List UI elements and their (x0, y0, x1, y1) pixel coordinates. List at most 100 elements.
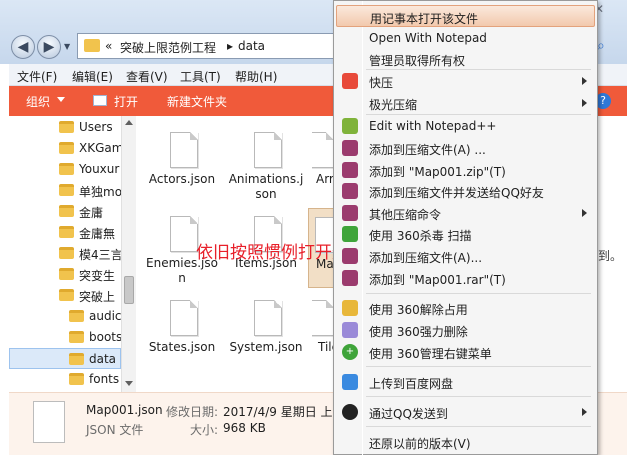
ctx-360-unlock[interactable]: 使用 360解除占用 (336, 297, 595, 319)
explorer-window: ◀ ▶ ▼ « 突破上限范例工程 ▸ data ⌕ ✕ 文件(F) 编辑(E) … (0, 0, 627, 455)
ctx-add-archive[interactable]: 添加到压缩文件(A) ... (336, 137, 595, 159)
menu-help[interactable]: 帮助(H) (235, 68, 277, 85)
details-date-label: 修改日期: (166, 405, 219, 419)
nav-item-xkgam[interactable]: XKGam (9, 138, 121, 159)
ctx-add-rar[interactable]: 添加到 "Map001.rar"(T) (336, 267, 595, 289)
file-item[interactable]: Animations.json (228, 124, 304, 204)
json-file-icon (254, 300, 282, 336)
back-button[interactable]: ◀ (11, 35, 35, 59)
address-box[interactable]: « 突破上限范例工程 ▸ data (77, 33, 347, 59)
nav-item-mod4[interactable]: 模4三言 (9, 243, 121, 264)
scrollbar-thumb[interactable] (124, 276, 134, 304)
ctx-take-ownership[interactable]: 管理员取得所有权 (336, 48, 595, 70)
nav-item-label: 突破上 (79, 290, 116, 304)
folder-icon (59, 142, 74, 154)
organize-button[interactable]: 组织 (26, 93, 50, 110)
folder-icon (59, 184, 74, 196)
menu-tools[interactable]: 工具(T) (180, 68, 221, 85)
ctx-kuaiya[interactable]: 快压 (336, 70, 595, 92)
context-menu: 用记事本打开该文件 Open With Notepad 管理员取得所有权 快压 … (333, 0, 598, 455)
file-item[interactable]: System.json (228, 292, 304, 372)
nav-item-dandu[interactable]: 单独mo (9, 180, 121, 201)
json-file-icon (254, 132, 282, 168)
ctx-open-with-notepad[interactable]: Open With Notepad (336, 27, 595, 49)
ctx-restore-versions[interactable]: 还原以前的版本(V) (336, 431, 595, 453)
folder-icon (59, 268, 74, 280)
breadcrumb-item[interactable]: data (238, 39, 265, 53)
nav-item-label: Users (79, 120, 113, 134)
scroll-down-icon[interactable] (125, 381, 133, 386)
breadcrumb-separator[interactable]: ▸ (227, 39, 233, 53)
folder-icon (69, 353, 84, 365)
submenu-arrow-icon (582, 408, 587, 416)
nav-item-label: XKGam (79, 141, 121, 155)
ctx-label: 使用 360杀毒 扫描 (369, 229, 472, 243)
nav-item-jinyong[interactable]: 金庸 (9, 201, 121, 222)
ctx-qq-send[interactable]: 通过QQ发送到 (336, 401, 595, 423)
ctx-other-compress[interactable]: 其他压缩命令 (336, 202, 595, 224)
nav-item-label: 单独mo (79, 185, 121, 199)
ctx-label: 快压 (369, 76, 394, 90)
nav-item-tupo[interactable]: 突破上 (9, 285, 121, 306)
nav-item-youxun[interactable]: Youxur (9, 159, 121, 180)
details-file-type: JSON 文件 (86, 423, 144, 437)
ctx-add-send-qq[interactable]: 添加到压缩文件并发送给QQ好友 (336, 180, 595, 202)
ctx-open-with-notepad-cn[interactable]: 用记事本打开该文件 (336, 5, 595, 27)
ctx-separator (366, 426, 591, 427)
open-button[interactable]: 打开 (114, 93, 138, 110)
file-name: Animations.json (228, 172, 304, 201)
folder-icon (59, 247, 74, 259)
ctx-label: 添加到压缩文件并发送给QQ好友 (369, 186, 544, 200)
folder-icon (59, 205, 74, 217)
ctx-add-zip[interactable]: 添加到 "Map001.zip"(T) (336, 159, 595, 181)
ctx-label: 其他压缩命令 (369, 208, 442, 222)
360-delete-icon (342, 322, 358, 338)
background-text: 到。 (598, 249, 623, 263)
open-icon (93, 95, 107, 106)
folder-icon (69, 373, 84, 385)
breadcrumb-separator[interactable]: « (105, 39, 112, 53)
file-item[interactable]: States.json (144, 292, 220, 372)
ctx-separator (366, 293, 591, 294)
details-size: 968 KB (223, 421, 266, 435)
ctx-label: 使用 360管理右键菜单 (369, 347, 492, 361)
new-folder-button[interactable]: 新建文件夹 (167, 93, 227, 110)
winrar-icon (342, 183, 358, 199)
nav-item-audio[interactable]: audic (9, 306, 121, 327)
file-item[interactable]: Actors.json (144, 124, 220, 204)
nav-item-label: 模4三言 (79, 248, 121, 262)
ctx-baidu-upload[interactable]: 上传到百度网盘 (336, 371, 595, 393)
nav-item-label: Youxur (79, 162, 120, 176)
ctx-add-archive-rar[interactable]: 添加到压缩文件(A)... (336, 245, 595, 267)
winrar-icon (342, 205, 358, 221)
details-size-label: 大小: (190, 423, 219, 437)
submenu-arrow-icon (582, 77, 587, 85)
nav-scrollbar[interactable] (121, 116, 136, 392)
nav-item-fonts[interactable]: fonts (9, 369, 121, 390)
menu-file[interactable]: 文件(F) (17, 68, 57, 85)
nav-item-label: 金庸無 (79, 227, 116, 241)
nav-item-data[interactable]: data (9, 348, 121, 369)
ctx-jiguang[interactable]: 极光压缩 (336, 92, 595, 114)
forward-button[interactable]: ▶ (37, 35, 61, 59)
nav-item-boots[interactable]: boots (9, 327, 121, 348)
ctx-360-delete[interactable]: 使用 360强力删除 (336, 319, 595, 341)
breadcrumb-item[interactable]: 突破上限范例工程 (120, 39, 216, 56)
nav-item-label: fonts (89, 372, 120, 386)
menu-edit[interactable]: 编辑(E) (72, 68, 113, 85)
folder-icon (69, 310, 84, 322)
back-arrow-icon: ◀ (17, 39, 29, 55)
nav-item-tubian[interactable]: 突变生 (9, 264, 121, 285)
ctx-notepadpp[interactable]: Edit with Notepad++ (336, 115, 595, 137)
ctx-label: 用记事本打开该文件 (370, 12, 479, 26)
recent-pages-dropdown[interactable]: ▼ (64, 42, 70, 51)
ctx-360-menu[interactable]: + 使用 360管理右键菜单 (336, 341, 595, 363)
scroll-up-icon[interactable] (125, 120, 133, 125)
folder-icon (59, 226, 74, 238)
nav-item-jinyong-wu[interactable]: 金庸無 (9, 222, 121, 243)
ctx-360-scan[interactable]: 使用 360杀毒 扫描 (336, 223, 595, 245)
nav-item-users[interactable]: Users (9, 117, 121, 138)
ctx-label: 还原以前的版本(V) (369, 437, 471, 451)
menu-view[interactable]: 查看(V) (126, 68, 168, 85)
ctx-separator (366, 366, 591, 367)
